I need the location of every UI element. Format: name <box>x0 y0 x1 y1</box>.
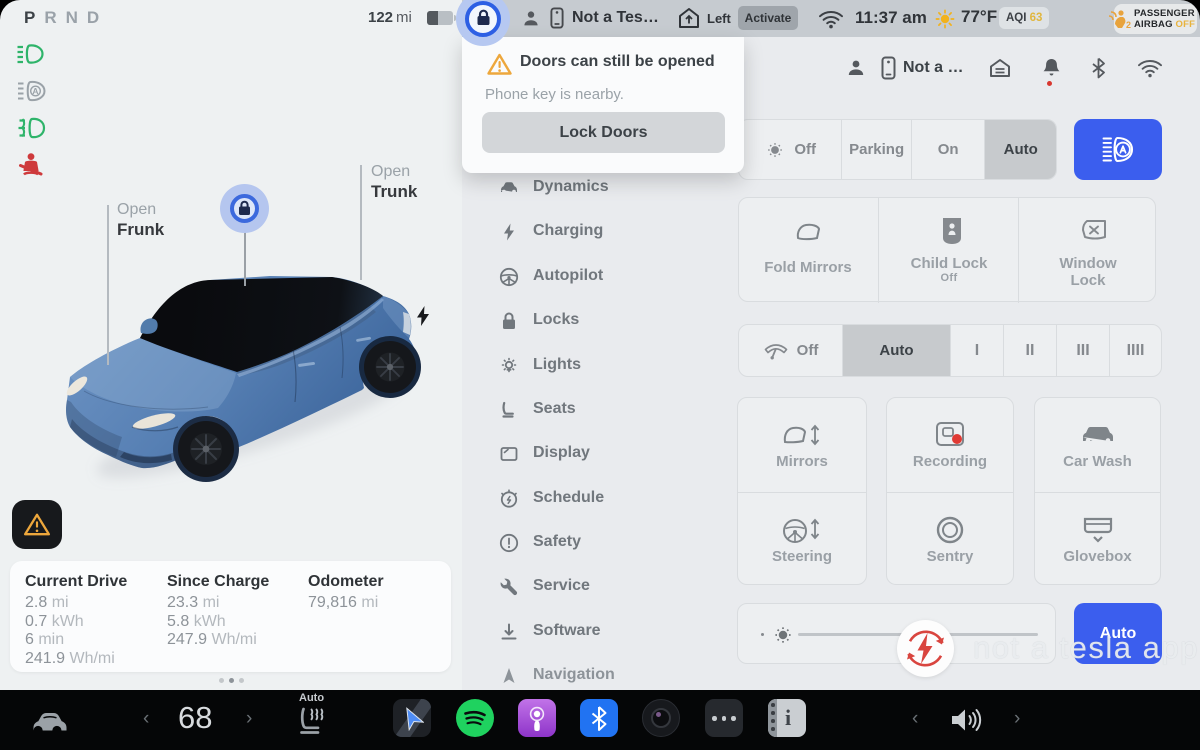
svg-text:2: 2 <box>1126 20 1131 30</box>
svg-text:A: A <box>32 86 38 96</box>
